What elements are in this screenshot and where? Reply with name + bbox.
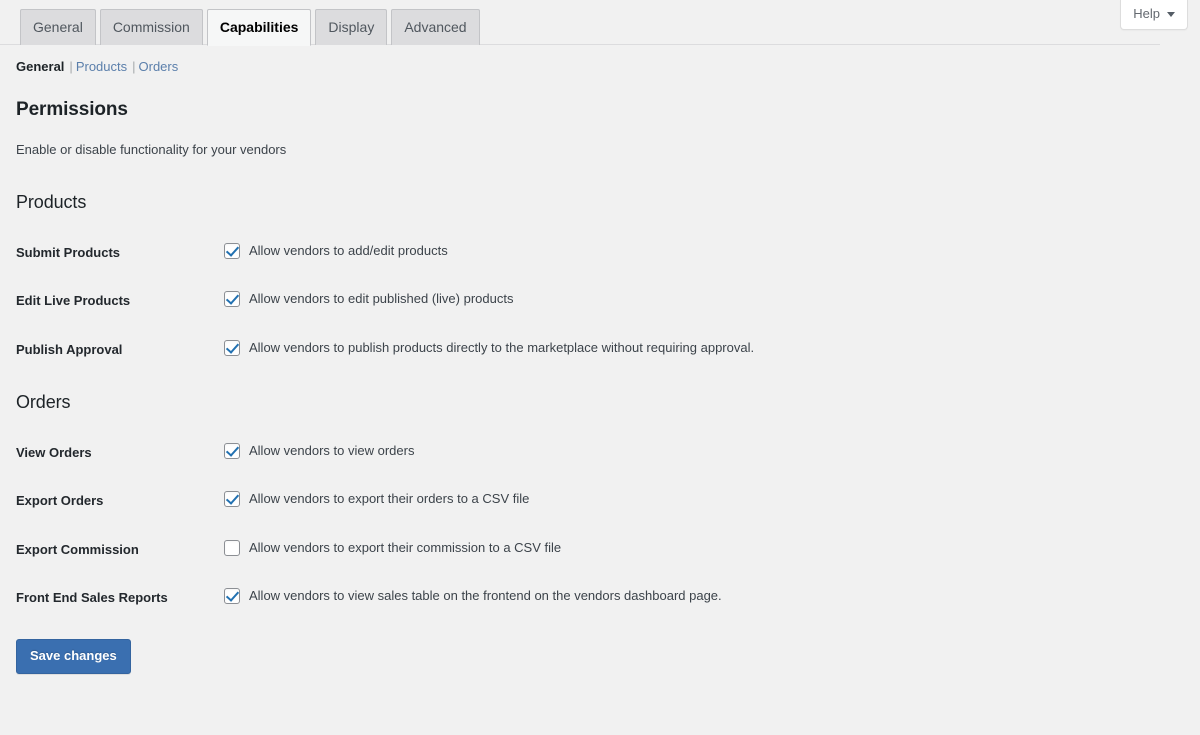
section-title-products: Products [16,191,87,212]
setting-label: View Orders [16,445,92,461]
chevron-down-icon [1167,12,1175,18]
setting-control[interactable]: Allow vendors to export their orders to … [224,490,529,509]
setting-description: Allow vendors to view orders [249,443,415,459]
setting-description: Allow vendors to export their commission… [249,539,562,555]
setting-control[interactable]: Allow vendors to export their commission… [224,539,561,558]
setting-label: Export Orders [16,493,104,509]
page-title: Permissions [16,99,128,120]
tab-advanced[interactable]: Advanced [391,9,480,45]
subnav-separator: | [69,59,73,74]
save-changes-button[interactable]: Save changes [16,638,131,675]
help-button-label: Help [1133,6,1160,21]
checkbox-checked-icon[interactable] [224,339,240,356]
setting-label: Edit Live Products [16,293,131,309]
settings-sections: Products Submit Products Allow vendors to … [16,191,1200,607]
setting-label: Front End Sales Reports [16,589,168,605]
setting-row: Publish Approval Allow vendors to publish… [16,339,1200,359]
setting-row: Submit Products Allow vendors to add/edit… [16,242,1200,262]
setting-description: Allow vendors to export their orders to … [249,491,530,507]
checkbox-checked-icon[interactable] [224,491,240,508]
setting-row: Front End Sales Reports Allow vendors to … [16,587,1200,607]
checkbox-checked-icon[interactable] [224,443,240,460]
settings-tab-bar: General Commission Capabilities Display Adva… [0,0,1180,46]
setting-description: Allow vendors to publish products direct… [249,339,755,355]
setting-label: Export Commission [16,541,139,557]
checkbox-checked-icon[interactable] [224,291,240,308]
page-description: Enable or disable functionality for your… [16,141,287,157]
setting-control[interactable]: Allow vendors to publish products direct… [224,339,754,358]
subnav-item-general: General [16,59,65,74]
subnav-item-orders[interactable]: Orders [139,59,179,74]
help-container: Help [1120,0,1188,30]
setting-label: Submit Products [16,245,121,261]
setting-row: View Orders Allow vendors to view orders [16,442,1200,462]
help-button[interactable]: Help [1120,0,1188,30]
setting-row: Export Commission Allow vendors to export… [16,539,1200,559]
subnav-separator: | [132,59,136,74]
tab-commission[interactable]: Commission [99,9,203,45]
setting-control[interactable]: Allow vendors to view orders [224,442,414,461]
checkbox-checked-icon[interactable] [224,587,240,604]
tab-capabilities[interactable]: Capabilities [206,9,312,46]
setting-control[interactable]: Allow vendors to add/edit products [224,242,448,261]
setting-row: Edit Live Products Allow vendors to edit … [16,290,1200,310]
checkbox-checked-icon[interactable] [224,243,240,260]
section-title-orders: Orders [16,391,71,412]
setting-control[interactable]: Allow vendors to edit published (live) p… [224,290,513,309]
setting-description: Allow vendors to add/edit products [249,243,448,259]
setting-control[interactable]: Allow vendors to view sales table on the… [224,587,722,606]
setting-row: Export Orders Allow vendors to export the… [16,490,1200,510]
checkbox-unchecked-icon[interactable] [224,539,240,556]
tab-general[interactable]: General [20,9,96,45]
setting-label: Publish Approval [16,341,123,357]
setting-description: Allow vendors to view sales table on the… [249,587,722,603]
settings-content: Permissions Enable or disable functional… [0,98,1200,675]
settings-subnav: General | Products | Orders [0,45,1200,76]
subnav-item-products[interactable]: Products [76,59,127,74]
setting-description: Allow vendors to edit published (live) p… [249,291,514,307]
tab-display[interactable]: Display [315,9,388,45]
